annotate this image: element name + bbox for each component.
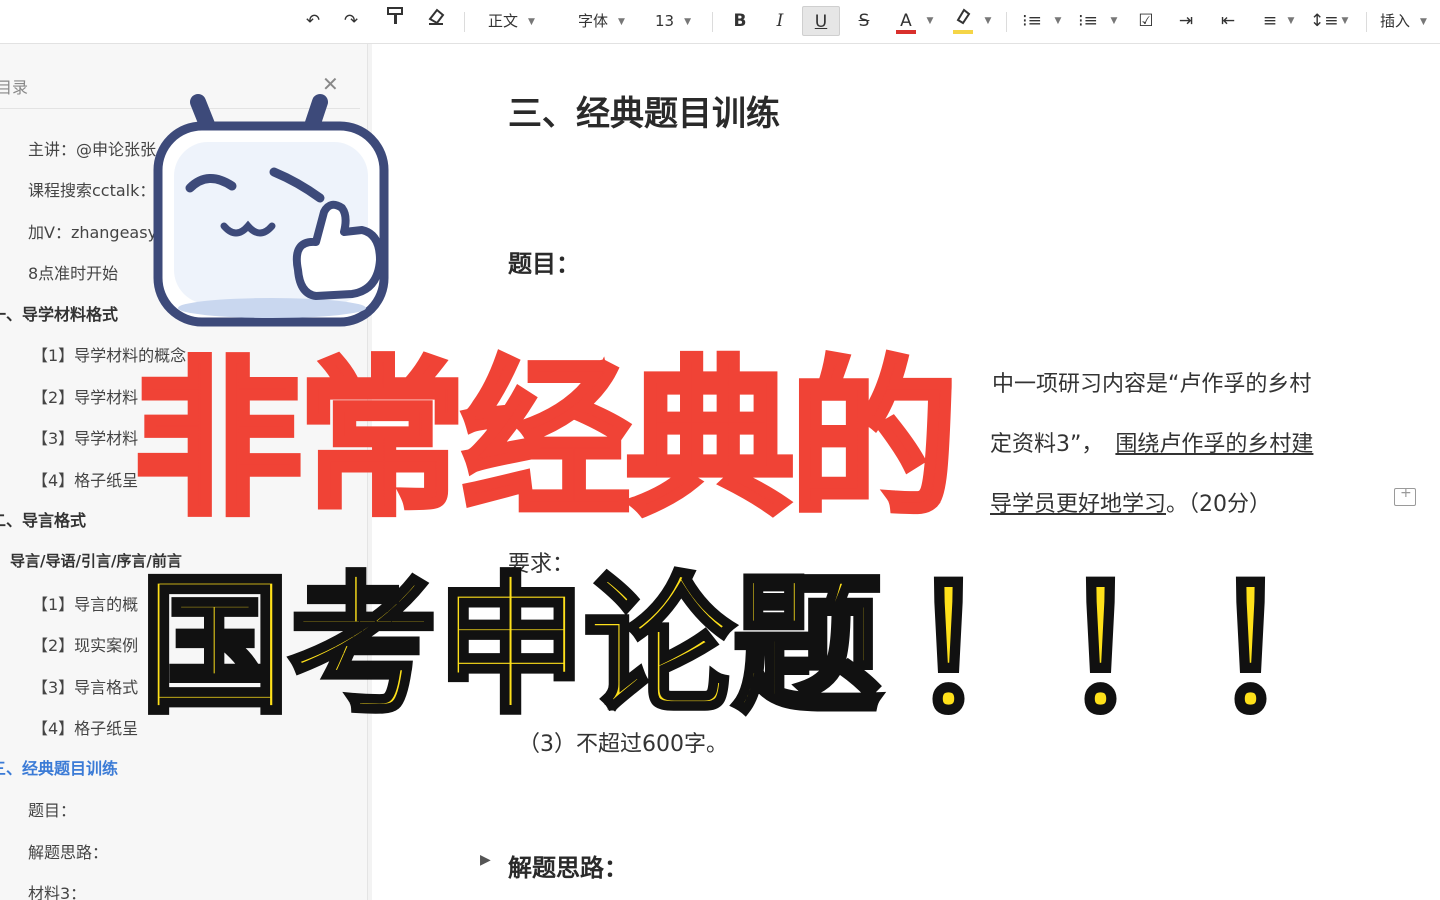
toolbar-separator bbox=[464, 12, 465, 32]
font-family-label: 字体 bbox=[578, 12, 609, 30]
format-painter-icon[interactable] bbox=[380, 6, 410, 36]
toc-item[interactable]: 主讲：@申论张张 bbox=[28, 136, 156, 160]
exclamation-mark: ！ bbox=[1055, 552, 1230, 750]
question-text: 。（20分） bbox=[1166, 492, 1272, 517]
toolbar-separator bbox=[1006, 12, 1007, 32]
toc-item[interactable]: 题目： bbox=[28, 797, 76, 821]
eraser-icon[interactable] bbox=[420, 6, 452, 36]
toc-item[interactable]: 【2】导学材料 bbox=[32, 384, 138, 408]
indent-increase-icon[interactable]: ⇥ bbox=[1172, 6, 1200, 36]
paragraph-style-label: 正文 bbox=[488, 12, 519, 30]
chevron-down-icon[interactable]: ▼ bbox=[1338, 6, 1352, 36]
toolbar-separator bbox=[712, 12, 713, 32]
chevron-down-icon[interactable]: ▼ bbox=[1284, 6, 1298, 36]
insert-menu[interactable]: 插入 ▼ bbox=[1380, 6, 1440, 36]
exclamation-mark: ！ bbox=[1205, 552, 1380, 750]
question-line: 中一项研习内容是“卢作孚的乡村 bbox=[992, 372, 1312, 397]
toc-item[interactable]: 加V：zhangeasy bbox=[28, 219, 157, 243]
strikethrough-button[interactable]: S bbox=[850, 6, 878, 36]
chevron-down-icon: ▼ bbox=[1420, 16, 1427, 27]
font-size-select[interactable]: 13 ▼ bbox=[655, 6, 699, 36]
toc-title: 目录 bbox=[0, 78, 29, 97]
checklist-icon[interactable]: ☑ bbox=[1132, 6, 1160, 36]
font-color-label: A bbox=[900, 11, 912, 31]
indent-decrease-icon[interactable]: ⇤ bbox=[1214, 6, 1242, 36]
toc-heading[interactable]: 一、导学材料格式 bbox=[0, 301, 118, 325]
toc-item[interactable]: 【4】格子纸呈 bbox=[32, 467, 138, 491]
toolbar-separator bbox=[1366, 12, 1367, 32]
paragraph-style-select[interactable]: 正文 ▼ bbox=[488, 6, 558, 36]
banner-red-text: 非常经典的 bbox=[131, 342, 961, 538]
font-size-label: 13 bbox=[655, 12, 675, 30]
chevron-down-icon[interactable]: ▼ bbox=[1050, 6, 1066, 36]
toc-item[interactable]: 【3】导学材料 bbox=[32, 425, 138, 449]
toc-item[interactable]: 解题思路： bbox=[28, 839, 108, 863]
toc-item[interactable]: 课程搜索cctalk： bbox=[28, 177, 155, 201]
bold-button[interactable]: B bbox=[726, 6, 754, 36]
toc-item[interactable]: 【4】格子纸呈 bbox=[32, 715, 138, 739]
underlined-text: 围绕卢作孚的乡村建 bbox=[1115, 432, 1314, 457]
question-line: 定资料3”， 围绕卢作孚的乡村建 bbox=[990, 426, 1313, 458]
toc-item[interactable]: 8点准时开始 bbox=[28, 260, 118, 284]
toc-item[interactable]: 材料3： bbox=[28, 880, 86, 900]
align-icon[interactable]: ≡ bbox=[1256, 6, 1284, 36]
comment-icon[interactable] bbox=[1394, 485, 1416, 506]
chevron-down-icon: ▼ bbox=[528, 16, 535, 27]
tv-mascot-sticker bbox=[153, 94, 389, 327]
chevron-down-icon[interactable]: ▼ bbox=[922, 6, 938, 36]
exclamation-mark: ！ bbox=[903, 552, 1078, 750]
question-heading: 题目： bbox=[508, 250, 580, 278]
toc-item[interactable]: 【2】现实案例 bbox=[32, 632, 138, 656]
chevron-down-icon: ▼ bbox=[684, 16, 692, 27]
chevron-down-icon[interactable]: ▼ bbox=[980, 6, 996, 36]
numbered-list-icon[interactable]: ⁝≡ bbox=[1018, 6, 1046, 36]
chevron-down-icon[interactable]: ▼ bbox=[1106, 6, 1122, 36]
font-color-button[interactable]: A bbox=[892, 6, 920, 36]
line-spacing-icon[interactable]: ↕≡ bbox=[1310, 6, 1339, 36]
underline-button[interactable]: U bbox=[802, 6, 840, 36]
italic-button[interactable]: I bbox=[766, 6, 794, 36]
question-text: 定资料3”， bbox=[990, 432, 1104, 457]
insert-label: 插入 bbox=[1380, 12, 1411, 30]
toc-heading[interactable]: 二、导言格式 bbox=[0, 507, 86, 531]
toolbar: ↶ ↷ 正文 ▼ 字体 ▼ 13 ▼ B I U S A ▼ ▼ ⁝≡ ▼ ⁝≡ ▼ … bbox=[0, 0, 1440, 44]
collapse-arrow-icon[interactable]: ▶ bbox=[480, 852, 491, 868]
undo-icon[interactable]: ↶ bbox=[298, 6, 328, 36]
toc-heading-active[interactable]: 三、经典题目训练 bbox=[0, 755, 118, 779]
chevron-down-icon: ▼ bbox=[618, 16, 625, 27]
redo-icon[interactable]: ↷ bbox=[336, 6, 366, 36]
toc-item[interactable]: 【1】导言的概 bbox=[32, 591, 138, 615]
question-line: 导学员更好地学习。（20分） bbox=[990, 486, 1271, 518]
font-color-swatch bbox=[896, 30, 916, 34]
highlight-button[interactable] bbox=[950, 6, 976, 36]
font-family-select[interactable]: 字体 ▼ bbox=[578, 6, 644, 36]
section-title: 三、经典题目训练 bbox=[508, 94, 780, 134]
mascot-shadow bbox=[178, 298, 366, 318]
toc-item[interactable]: 【3】导言格式 bbox=[32, 674, 138, 698]
underlined-text: 导学员更好地学习 bbox=[990, 492, 1167, 517]
banner-yellow-text: 国考申论题 bbox=[137, 560, 884, 734]
bullet-list-icon[interactable]: ⁝≡ bbox=[1074, 6, 1102, 36]
highlight-swatch bbox=[953, 30, 973, 34]
solution-heading: 解题思路： bbox=[508, 854, 628, 882]
